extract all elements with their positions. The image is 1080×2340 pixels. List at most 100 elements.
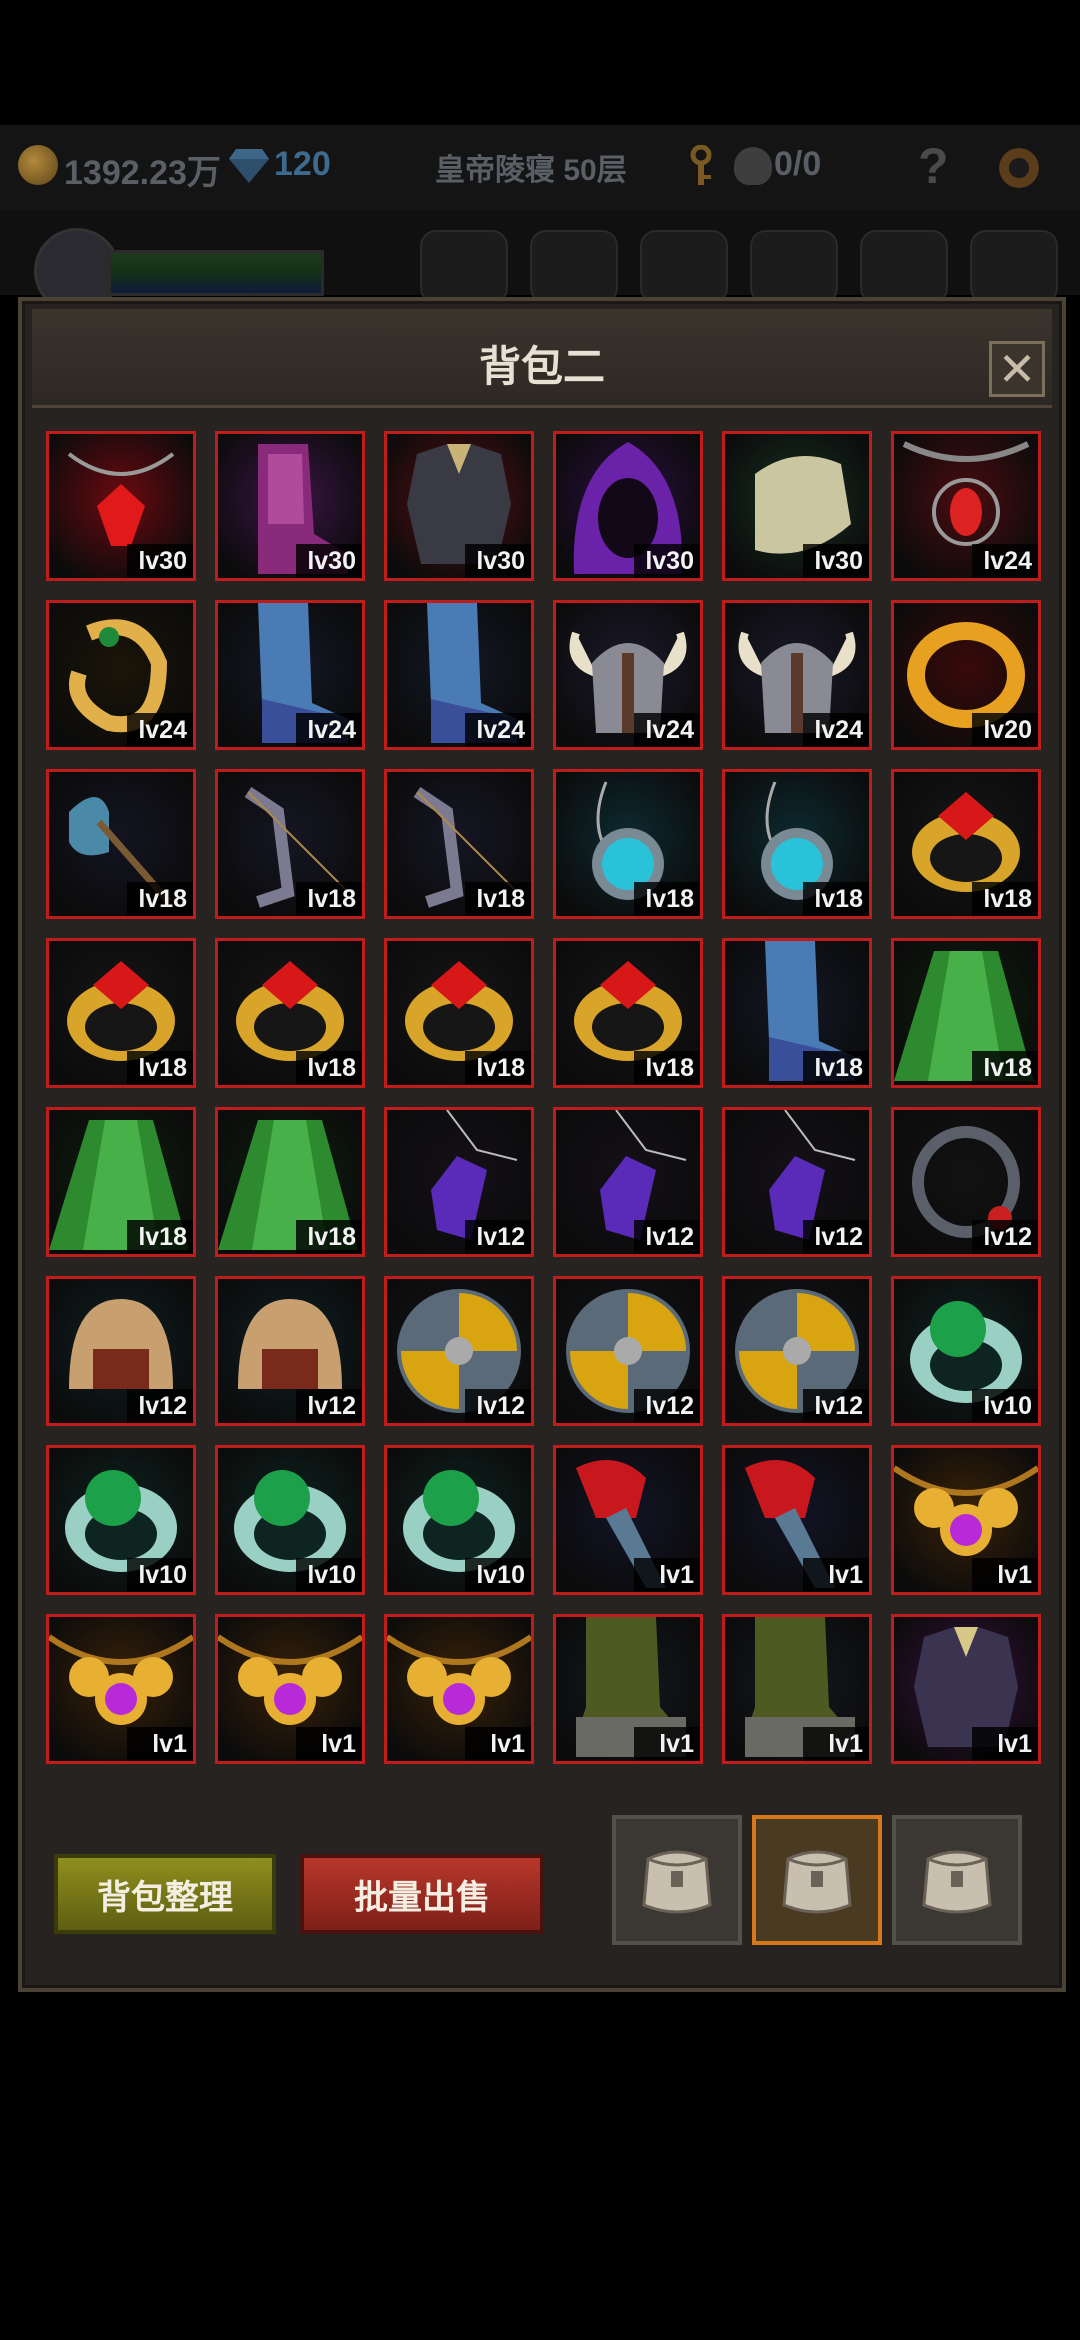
close-button[interactable]: ✕ [989, 341, 1045, 397]
inventory-slot[interactable]: lv12 [553, 1107, 703, 1257]
item-level-label: lv18 [296, 882, 362, 916]
inventory-slot[interactable]: lv18 [215, 938, 365, 1088]
item-level-label: lv18 [296, 1220, 362, 1254]
item-level-label: lv18 [803, 1051, 869, 1085]
inventory-slot[interactable]: lv30 [722, 431, 872, 581]
inventory-slot[interactable]: lv18 [384, 938, 534, 1088]
inventory-slot[interactable]: lv1 [215, 1614, 365, 1764]
backpack-icon [782, 1850, 852, 1914]
inventory-slot[interactable]: lv18 [891, 938, 1041, 1088]
gem-amount: 120 [274, 145, 331, 183]
inventory-slot[interactable]: lv12 [46, 1276, 196, 1426]
bag-tab-2[interactable] [752, 1815, 882, 1945]
item-level-label: lv18 [972, 882, 1038, 916]
inventory-slot[interactable]: lv18 [215, 1107, 365, 1257]
inventory-slot[interactable]: lv12 [215, 1276, 365, 1426]
inventory-slot[interactable]: lv12 [384, 1107, 534, 1257]
item-level-label: lv24 [634, 713, 700, 747]
inventory-slot[interactable]: lv18 [553, 938, 703, 1088]
backpack-icon [642, 1850, 712, 1914]
inventory-slot[interactable]: lv20 [891, 600, 1041, 750]
inventory-slot[interactable]: lv18 [891, 769, 1041, 919]
inventory-slot[interactable]: lv18 [384, 769, 534, 919]
inventory-slot[interactable]: lv12 [722, 1276, 872, 1426]
inventory-slot[interactable]: lv24 [722, 600, 872, 750]
item-level-label: lv18 [127, 1220, 193, 1254]
inventory-slot[interactable]: lv18 [46, 938, 196, 1088]
inventory-slot[interactable]: lv1 [722, 1445, 872, 1595]
inventory-slot[interactable]: lv30 [384, 431, 534, 581]
item-level-label: lv30 [634, 544, 700, 578]
inventory-slot[interactable]: lv10 [46, 1445, 196, 1595]
inventory-slot[interactable]: lv10 [891, 1276, 1041, 1426]
equip-slot[interactable] [970, 230, 1058, 304]
item-level-label: lv1 [465, 1727, 531, 1761]
inventory-slot[interactable]: lv1 [553, 1614, 703, 1764]
item-level-label: lv24 [127, 713, 193, 747]
panel-title: 背包二 [478, 343, 605, 390]
inventory-slot[interactable]: lv1 [891, 1445, 1041, 1595]
item-level-label: lv18 [634, 882, 700, 916]
inventory-slot[interactable]: lv1 [553, 1445, 703, 1595]
item-level-label: lv1 [634, 1727, 700, 1761]
inventory-slot[interactable]: lv30 [46, 431, 196, 581]
key-icon [690, 145, 712, 185]
item-level-label: lv10 [127, 1558, 193, 1592]
item-level-label: lv24 [972, 544, 1038, 578]
bulk-sell-button[interactable]: 批量出售 [300, 1854, 544, 1934]
inventory-slot[interactable]: lv18 [215, 769, 365, 919]
inventory-slot[interactable]: lv12 [553, 1276, 703, 1426]
item-level-label: lv18 [296, 1051, 362, 1085]
item-level-label: lv30 [803, 544, 869, 578]
inventory-slot[interactable]: lv1 [46, 1614, 196, 1764]
equip-slot[interactable] [750, 230, 838, 304]
panel-title-bar: 背包二 ✕ [32, 309, 1052, 408]
bag-tab-1[interactable] [612, 1815, 742, 1945]
item-level-label: lv12 [634, 1220, 700, 1254]
item-level-label: lv12 [803, 1389, 869, 1423]
item-level-label: lv1 [296, 1727, 362, 1761]
inventory-slot[interactable]: lv18 [46, 769, 196, 919]
bag-tab-3[interactable] [892, 1815, 1022, 1945]
item-level-label: lv12 [465, 1389, 531, 1423]
inventory-slot[interactable]: lv24 [215, 600, 365, 750]
inventory-slot[interactable]: lv12 [722, 1107, 872, 1257]
item-level-label: lv30 [296, 544, 362, 578]
inventory-slot[interactable]: lv18 [46, 1107, 196, 1257]
equip-slot[interactable] [860, 230, 948, 304]
inventory-slot[interactable]: lv30 [553, 431, 703, 581]
backpack-panel: 背包二 ✕ lv30 lv30 lv30 lv30 lv30 lv24 lv24 lv24 lv… [18, 297, 1066, 1992]
item-level-label: lv12 [465, 1220, 531, 1254]
inventory-slot[interactable]: lv1 [384, 1614, 534, 1764]
inventory-slot[interactable]: lv24 [384, 600, 534, 750]
inventory-slot[interactable]: lv10 [215, 1445, 365, 1595]
inventory-slot[interactable]: lv24 [891, 431, 1041, 581]
inventory-slot[interactable]: lv18 [722, 938, 872, 1088]
inventory-slot[interactable]: lv12 [384, 1276, 534, 1426]
equip-slot[interactable] [640, 230, 728, 304]
inventory-slot[interactable]: lv1 [891, 1614, 1041, 1764]
help-button[interactable]: ? [918, 137, 949, 195]
equip-slot[interactable] [420, 230, 508, 304]
inventory-slot[interactable]: lv1 [722, 1614, 872, 1764]
inventory-slot[interactable]: lv12 [891, 1107, 1041, 1257]
item-level-label: lv1 [972, 1558, 1038, 1592]
inventory-slot[interactable]: lv10 [384, 1445, 534, 1595]
item-level-label: lv1 [127, 1727, 193, 1761]
item-level-label: lv12 [972, 1220, 1038, 1254]
inventory-slot[interactable]: lv24 [553, 600, 703, 750]
equip-slot[interactable] [530, 230, 618, 304]
settings-gear-icon[interactable] [996, 145, 1042, 191]
item-level-label: lv1 [972, 1727, 1038, 1761]
inventory-slot[interactable]: lv24 [46, 600, 196, 750]
top-status-bar: 1392.23万 120 皇帝陵寝 50层 0/0 ? [0, 125, 1080, 210]
gold-amount: 1392.23万 [64, 154, 221, 192]
item-level-label: lv18 [127, 1051, 193, 1085]
sort-bag-button[interactable]: 背包整理 [54, 1854, 276, 1934]
inventory-slot[interactable]: lv30 [215, 431, 365, 581]
inventory-slot[interactable]: lv18 [722, 769, 872, 919]
item-level-label: lv10 [972, 1389, 1038, 1423]
hero-strip [0, 210, 1080, 314]
floor-label: 皇帝陵寝 50层 [435, 154, 627, 187]
inventory-slot[interactable]: lv18 [553, 769, 703, 919]
